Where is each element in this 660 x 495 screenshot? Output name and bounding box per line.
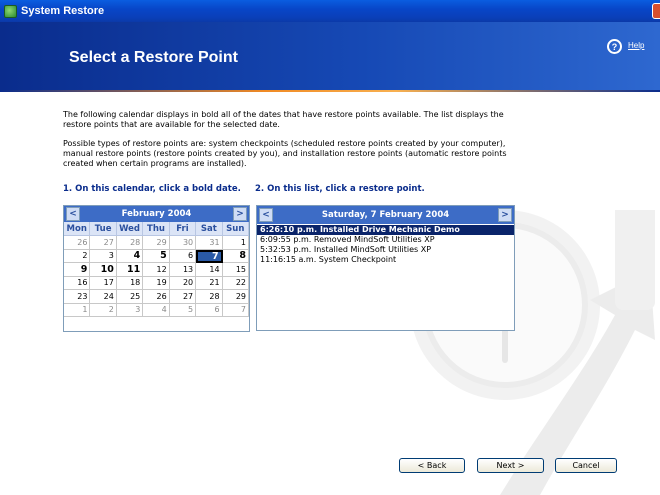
calendar-next-month-button[interactable]: > [233,207,247,221]
restore-point-item[interactable]: 11:16:15 a.m. System Checkpoint [257,255,514,265]
calendar-day[interactable]: 30 [169,236,197,250]
title-bar: System Restore [0,0,660,22]
calendar-day[interactable]: 8 [222,249,249,263]
calendar-day[interactable]: 6 [196,303,223,317]
calendar-day[interactable]: 26 [64,236,91,250]
back-button[interactable]: < Back [399,458,465,473]
calendar-day-selected[interactable]: 7 [196,249,223,263]
list-header: < Saturday, 7 February 2004 > [257,206,514,224]
cancel-button[interactable]: Cancel [555,458,617,473]
calendar-day[interactable]: 2 [64,249,91,263]
calendar-day[interactable]: 14 [196,263,223,277]
window-title: System Restore [21,5,105,17]
calendar-day[interactable]: 9 [64,263,91,277]
calendar-day[interactable]: 31 [196,236,223,250]
weekday-header: Sat [196,222,223,236]
calendar-day[interactable]: 12 [143,263,170,277]
calendar-day[interactable]: 13 [169,263,197,277]
calendar-day[interactable]: 4 [116,249,144,263]
calendar-day[interactable]: 25 [116,290,144,304]
weekday-header: Thu [143,222,170,236]
calendar-day[interactable]: 6 [169,249,197,263]
list-date-label: Saturday, 7 February 2004 [321,210,450,220]
weekday-header: Sun [222,222,249,236]
restore-point-item-selected[interactable]: 6:26:10 p.m. Installed Drive Mechanic De… [257,225,514,235]
intro-paragraph-1: The following calendar displays in bold … [63,110,504,129]
calendar-prev-month-button[interactable]: < [66,207,80,221]
calendar-day[interactable]: 3 [90,249,117,263]
list-next-date-button[interactable]: > [498,208,512,222]
calendar-day[interactable]: 10 [90,263,117,277]
calendar-day[interactable]: 27 [169,290,197,304]
calendar-day[interactable]: 17 [90,276,117,290]
system-restore-icon [4,4,17,18]
step-2-label: 2. On this list, click a restore point. [255,184,425,194]
calendar-day[interactable]: 2 [90,303,117,317]
calendar-day[interactable]: 24 [90,290,117,304]
calendar-weekday-row: Mon Tue Wed Thu Fri Sat Sun [64,222,249,236]
intro-paragraph-2: Possible types of restore points are: sy… [63,139,507,168]
calendar-day[interactable]: 15 [222,263,249,277]
list-items: 6:26:10 p.m. Installed Drive Mechanic De… [257,224,514,265]
calendar-day[interactable]: 3 [116,303,144,317]
calendar-day[interactable]: 5 [169,303,197,317]
weekday-header: Wed [116,222,144,236]
calendar-header: < February 2004 > [64,206,249,222]
calendar-day[interactable]: 1 [222,236,249,250]
next-button[interactable]: Next > [477,458,544,473]
calendar-day[interactable]: 23 [64,290,91,304]
weekday-header: Tue [90,222,117,236]
restore-point-item[interactable]: 5:32:53 p.m. Installed MindSoft Utilitie… [257,245,514,255]
weekday-header: Mon [64,222,91,236]
calendar-day[interactable]: 29 [143,236,170,250]
calendar-day[interactable]: 4 [143,303,170,317]
calendar-day[interactable]: 21 [196,276,223,290]
calendar-day[interactable]: 28 [196,290,223,304]
calendar-day[interactable]: 5 [143,249,170,263]
calendar-day[interactable]: 29 [222,290,249,304]
calendar-day[interactable]: 27 [90,236,117,250]
calendar-month-label: February 2004 [121,209,192,219]
step-1-label: 1. On this calendar, click a bold date. [63,184,241,194]
calendar-day[interactable]: 26 [143,290,170,304]
close-button[interactable] [652,3,660,19]
header-divider [0,90,660,92]
calendar-day[interactable]: 19 [143,276,170,290]
help-icon[interactable]: ? [607,39,622,54]
restore-point-item[interactable]: 6:09:55 p.m. Removed MindSoft Utilities … [257,235,514,245]
calendar-day[interactable]: 22 [222,276,249,290]
calendar-day[interactable]: 28 [116,236,144,250]
restore-point-list: < Saturday, 7 February 2004 > 6:26:10 p.… [256,205,515,331]
help-link[interactable]: Help [628,41,644,50]
calendar-day[interactable]: 18 [116,276,144,290]
calendar-day[interactable]: 1 [64,303,91,317]
calendar-day[interactable]: 7 [222,303,249,317]
page-title: Select a Restore Point [69,49,238,66]
wizard-header: Select a Restore Point ? Help [0,22,660,90]
calendar-day[interactable]: 16 [64,276,91,290]
calendar-day[interactable]: 11 [116,263,144,277]
calendar-day-grid: 26 27 28 29 30 31 1 2 3 4 5 6 7 8 9 10 11 12 13 14 15 16 17 18 1… [64,236,249,317]
list-prev-date-button[interactable]: < [259,208,273,222]
restore-calendar: < February 2004 > Mon Tue Wed Thu Fri Sat Sun … [63,205,250,332]
weekday-header: Fri [169,222,197,236]
calendar-day[interactable]: 20 [169,276,197,290]
